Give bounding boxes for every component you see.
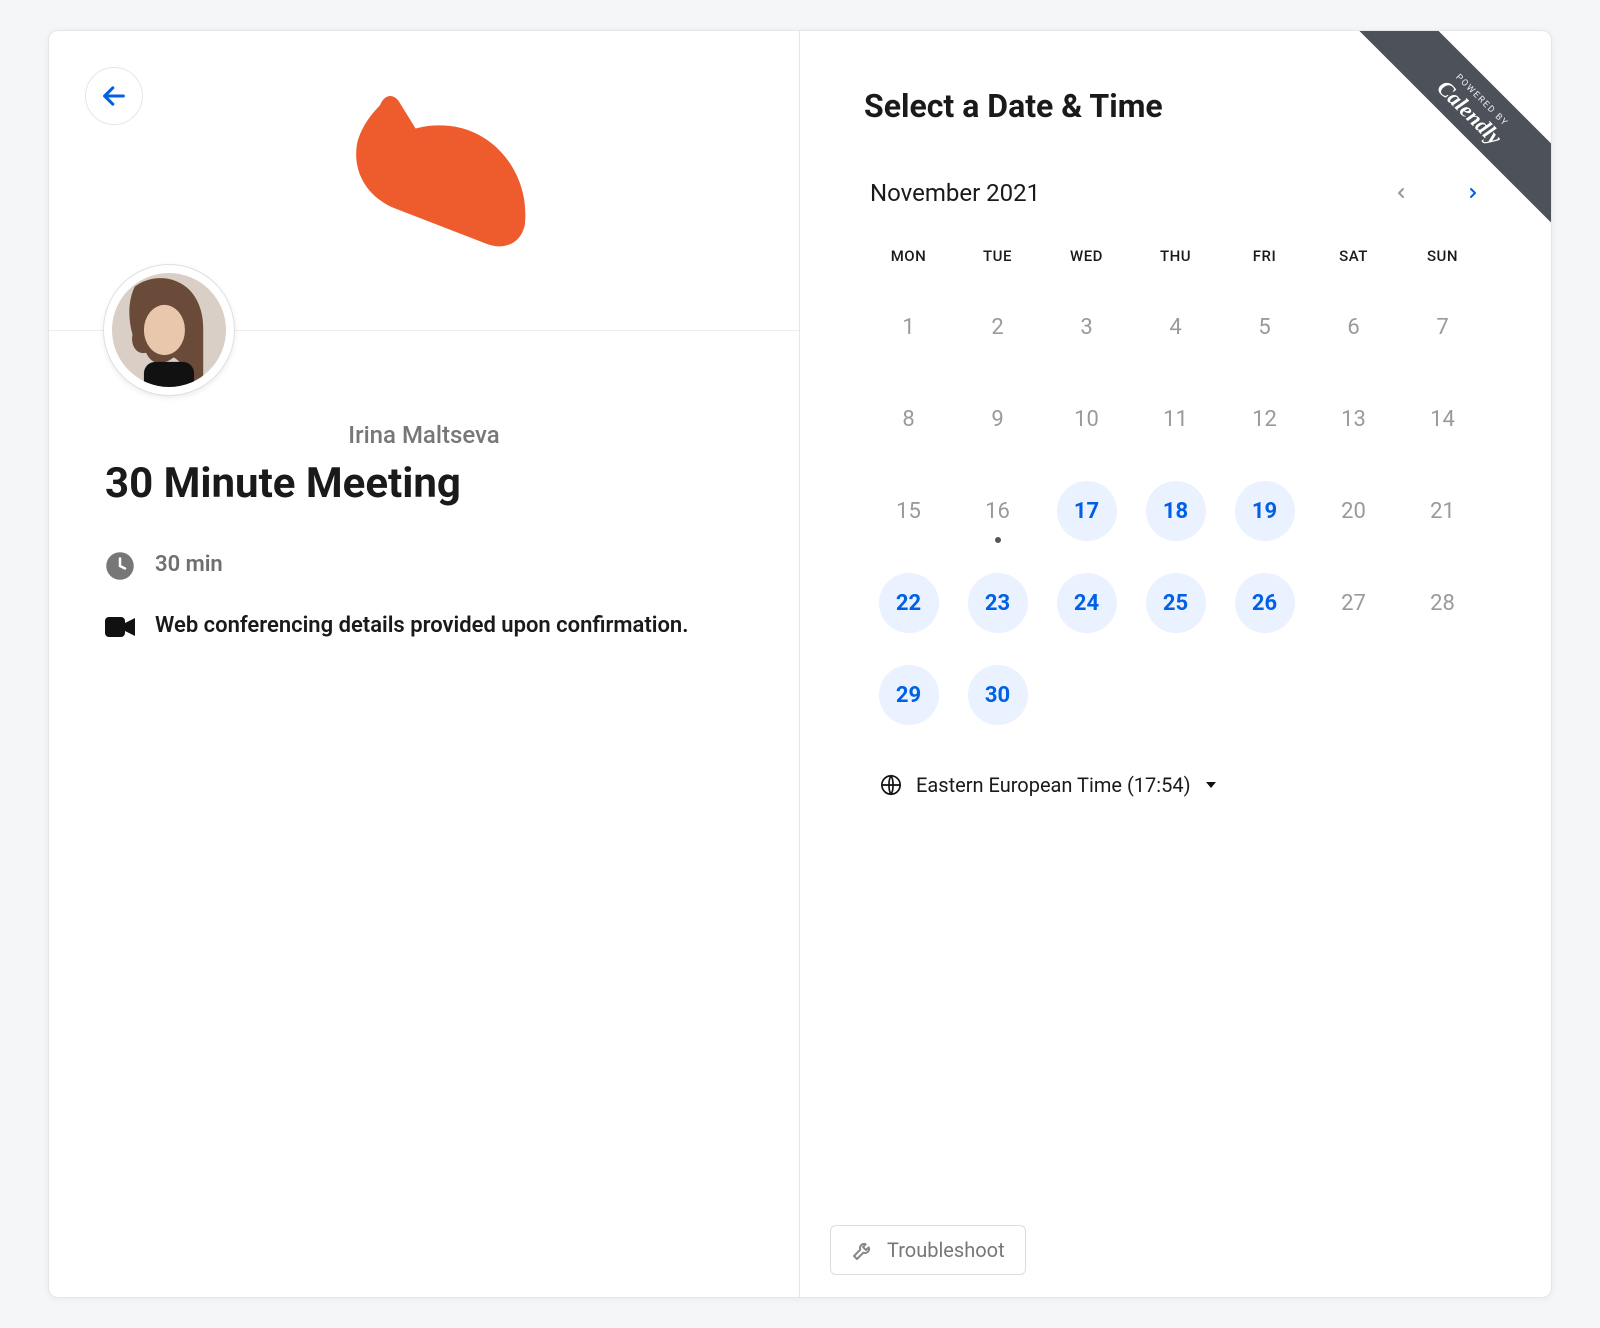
date-cell[interactable]: 18 xyxy=(1131,477,1220,545)
wrench-icon xyxy=(851,1238,875,1262)
video-icon xyxy=(105,612,135,642)
date-number: 29 xyxy=(879,665,939,725)
date-cell: 7 xyxy=(1398,293,1487,361)
clock-icon xyxy=(105,551,135,581)
globe-icon xyxy=(880,774,902,796)
date-number: 15 xyxy=(879,481,939,541)
month-label: November 2021 xyxy=(870,179,1040,207)
weekday-label: WED xyxy=(1042,247,1131,265)
timezone-label: Eastern European Time (17:54) xyxy=(916,773,1191,797)
date-number: 1 xyxy=(879,297,939,357)
today-indicator xyxy=(995,537,1001,543)
date-number: 8 xyxy=(879,389,939,449)
date-cell: 21 xyxy=(1398,477,1487,545)
arrow-left-icon xyxy=(100,82,128,110)
weekday-label: THU xyxy=(1131,247,1220,265)
date-cell: 16 xyxy=(953,477,1042,545)
date-number: 30 xyxy=(968,665,1028,725)
caret-down-icon xyxy=(1205,780,1217,790)
date-number: 27 xyxy=(1324,573,1384,633)
date-number: 20 xyxy=(1324,481,1384,541)
date-number: 23 xyxy=(968,573,1028,633)
date-number: 22 xyxy=(879,573,939,633)
date-number: 10 xyxy=(1057,389,1117,449)
date-cell[interactable]: 26 xyxy=(1220,569,1309,637)
weekday-label: MON xyxy=(864,247,953,265)
date-number: 25 xyxy=(1146,573,1206,633)
date-cell: 2 xyxy=(953,293,1042,361)
date-cell: 4 xyxy=(1131,293,1220,361)
logo-area xyxy=(49,31,799,331)
date-number: 17 xyxy=(1057,481,1117,541)
date-number: 7 xyxy=(1413,297,1473,357)
date-number: 11 xyxy=(1146,389,1206,449)
avatar-placeholder-icon xyxy=(112,273,226,387)
troubleshoot-button[interactable]: Troubleshoot xyxy=(830,1225,1026,1275)
weekday-label: TUE xyxy=(953,247,1042,265)
date-number: 6 xyxy=(1324,297,1384,357)
back-button[interactable] xyxy=(85,67,143,125)
badge-line1: POWERED BY xyxy=(1365,31,1551,217)
event-info-panel: Irina Maltseva 30 Minute Meeting 30 min … xyxy=(49,31,800,1297)
date-number: 12 xyxy=(1235,389,1295,449)
meeting-title: 30 Minute Meeting xyxy=(105,459,743,508)
date-number: 21 xyxy=(1413,481,1473,541)
date-number: 28 xyxy=(1413,573,1473,633)
date-cell[interactable]: 29 xyxy=(864,661,953,729)
date-cell[interactable]: 23 xyxy=(953,569,1042,637)
date-cell: 27 xyxy=(1309,569,1398,637)
date-number: 5 xyxy=(1235,297,1295,357)
date-cell[interactable]: 30 xyxy=(953,661,1042,729)
date-number: 14 xyxy=(1413,389,1473,449)
date-cell[interactable]: 24 xyxy=(1042,569,1131,637)
duration-label: 30 min xyxy=(155,548,715,581)
booking-card: Irina Maltseva 30 Minute Meeting 30 min … xyxy=(48,30,1552,1298)
date-cell: 28 xyxy=(1398,569,1487,637)
date-cell: 5 xyxy=(1220,293,1309,361)
date-cell[interactable]: 25 xyxy=(1131,569,1220,637)
date-cell: 10 xyxy=(1042,385,1131,453)
date-number: 9 xyxy=(968,389,1028,449)
date-number: 18 xyxy=(1146,481,1206,541)
date-cell: 3 xyxy=(1042,293,1131,361)
date-number: 3 xyxy=(1057,297,1117,357)
date-number: 2 xyxy=(968,297,1028,357)
date-cell: 14 xyxy=(1398,385,1487,453)
date-cell: 12 xyxy=(1220,385,1309,453)
date-cell[interactable]: 19 xyxy=(1220,477,1309,545)
date-cell: 20 xyxy=(1309,477,1398,545)
weekday-label: FRI xyxy=(1220,247,1309,265)
fox-logo-icon xyxy=(319,86,529,276)
timezone-selector[interactable]: Eastern European Time (17:54) xyxy=(880,773,1487,797)
date-cell: 1 xyxy=(864,293,953,361)
date-cell: 8 xyxy=(864,385,953,453)
duration-row: 30 min xyxy=(105,548,743,581)
date-number: 24 xyxy=(1057,573,1117,633)
date-grid: 1234567891011121314151617181920212223242… xyxy=(864,293,1487,729)
date-cell: 11 xyxy=(1131,385,1220,453)
conferencing-row: Web conferencing details provided upon c… xyxy=(105,609,743,642)
troubleshoot-label: Troubleshoot xyxy=(887,1238,1005,1262)
date-number: 16 xyxy=(968,481,1028,541)
date-cell[interactable]: 17 xyxy=(1042,477,1131,545)
conferencing-label: Web conferencing details provided upon c… xyxy=(155,609,715,642)
host-avatar xyxy=(103,264,235,396)
date-number: 13 xyxy=(1324,389,1384,449)
date-cell: 15 xyxy=(864,477,953,545)
date-cell: 9 xyxy=(953,385,1042,453)
date-cell: 6 xyxy=(1309,293,1398,361)
date-number: 4 xyxy=(1146,297,1206,357)
date-cell: 13 xyxy=(1309,385,1398,453)
date-number: 19 xyxy=(1235,481,1295,541)
host-name: Irina Maltseva xyxy=(105,421,743,449)
date-cell[interactable]: 22 xyxy=(864,569,953,637)
date-number: 26 xyxy=(1235,573,1295,633)
powered-by-badge[interactable]: POWERED BY Calendly xyxy=(1331,31,1551,251)
